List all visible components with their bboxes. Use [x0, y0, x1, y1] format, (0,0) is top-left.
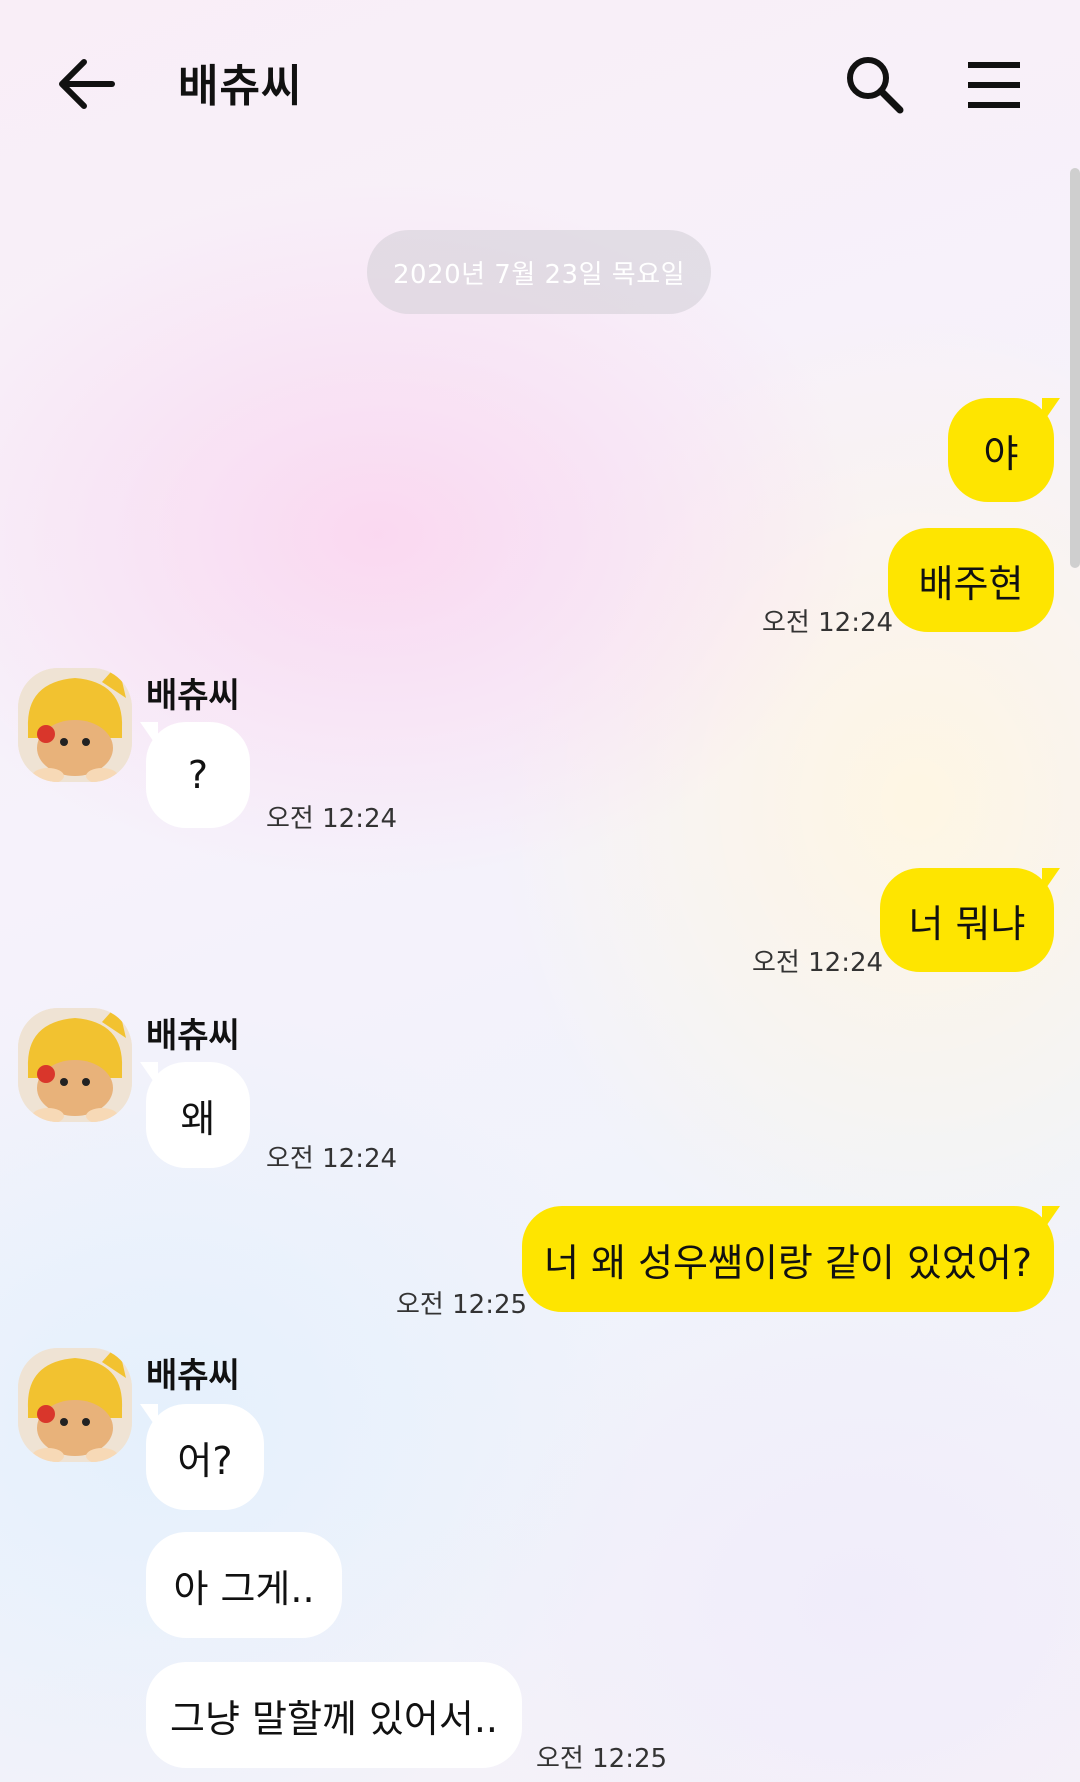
message-text: 왜 [180, 1096, 216, 1141]
message-text: 야 [983, 431, 1019, 476]
sender-name: 배츄씨 [146, 676, 240, 716]
message-time: 오전 12:25 [396, 1290, 528, 1320]
their-message-bubble[interactable]: ? [140, 722, 250, 828]
sender-name: 배츄씨 [146, 1016, 240, 1056]
menu-button[interactable] [962, 54, 1024, 116]
their-message-bubble[interactable]: 어? [140, 1404, 264, 1510]
arrow-left-icon [59, 59, 115, 109]
my-message-bubble[interactable]: 야 [948, 398, 1060, 502]
hamburger-menu-icon [968, 62, 1020, 108]
message-text: 배주현 [918, 561, 1024, 606]
message-text: 너 왜 성우쌤이랑 같이 있었어? [543, 1240, 1032, 1285]
their-message-bubble[interactable]: 아 그게.. [146, 1532, 342, 1638]
sender-name: 배츄씨 [146, 1356, 240, 1396]
message-text: 어? [177, 1438, 233, 1483]
their-message-bubble[interactable]: 그냥 말할께 있어서.. [146, 1662, 522, 1768]
message-time: 오전 12:24 [752, 948, 884, 978]
message-text: ? [187, 753, 209, 797]
scrollbar[interactable] [1070, 168, 1080, 568]
message-text: 너 뭐냐 [908, 901, 1026, 946]
date-divider: 2020년 7월 23일 목요일 [367, 230, 711, 314]
avatar[interactable] [18, 1348, 132, 1462]
message-time: 오전 12:24 [762, 608, 894, 638]
avatar[interactable] [18, 668, 132, 782]
my-message-bubble[interactable]: 너 왜 성우쌤이랑 같이 있었어? [522, 1206, 1060, 1312]
back-button[interactable] [50, 48, 130, 128]
message-time: 오전 12:24 [266, 804, 398, 834]
search-button[interactable] [842, 52, 908, 118]
message-time: 오전 12:25 [536, 1744, 668, 1774]
avatar[interactable] [18, 1008, 132, 1122]
chat-title: 배츄씨 [178, 61, 303, 112]
my-message-bubble[interactable]: 너 뭐냐 [880, 868, 1060, 972]
message-text: 아 그게.. [173, 1566, 315, 1611]
my-message-bubble[interactable]: 배주현 [888, 528, 1054, 632]
message-text: 그냥 말할께 있어서.. [170, 1696, 498, 1741]
search-icon [847, 57, 904, 114]
message-time: 오전 12:24 [266, 1144, 398, 1174]
their-message-bubble[interactable]: 왜 [140, 1062, 250, 1168]
